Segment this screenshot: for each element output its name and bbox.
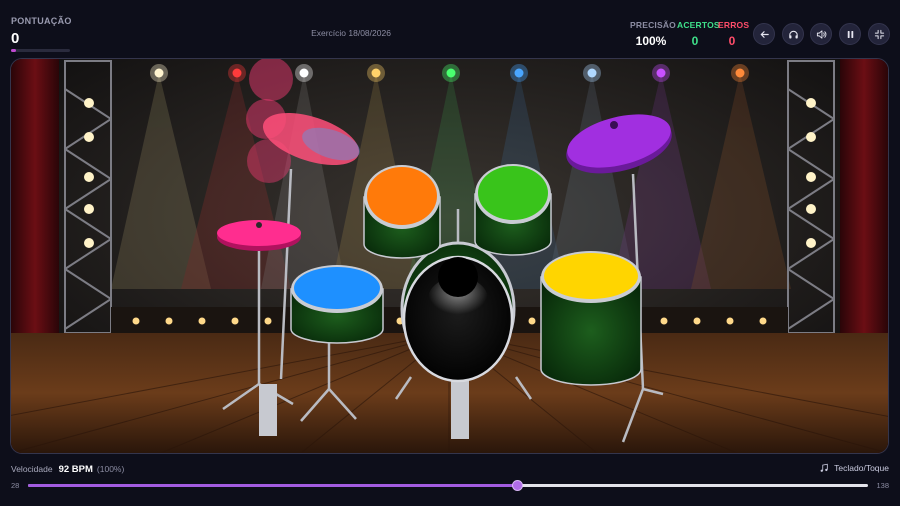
stage-light: [735, 68, 745, 78]
pause-button[interactable]: [839, 23, 861, 45]
input-mode-toggle[interactable]: Teclado/Toque: [819, 463, 889, 473]
drum-stage: [10, 58, 889, 454]
score-progress-fill: [11, 49, 16, 52]
hits-value: 0: [691, 34, 699, 48]
pause-icon: [847, 30, 853, 38]
score-progress-bar: [11, 49, 70, 52]
speed-label: Velocidade 92 BPM (100%): [11, 464, 124, 475]
hihat-pedal[interactable]: [259, 384, 277, 436]
errors-label: ERROS: [718, 20, 750, 30]
hi-hat[interactable]: [217, 220, 301, 251]
bass-drum[interactable]: [400, 241, 516, 383]
stage-light: [656, 68, 666, 78]
speed-slider-fill: [28, 484, 517, 487]
stage-light: [154, 68, 164, 78]
floor-tom[interactable]: [540, 251, 642, 386]
stage-light: [371, 68, 381, 78]
music-note-icon: [820, 463, 828, 472]
stage-light: [446, 68, 456, 78]
hits-stat: ACERTOS 0: [677, 20, 720, 48]
stage-scene: [11, 59, 888, 453]
stage-light: [587, 68, 597, 78]
volume-button[interactable]: [810, 23, 832, 45]
headphones-icon: [788, 30, 798, 39]
tom-2[interactable]: [474, 164, 552, 256]
errors-stat: ERROS 0: [718, 20, 750, 48]
arrow-left-icon: [760, 30, 769, 38]
snare-drum[interactable]: [290, 265, 384, 344]
top-bar: PONTUAÇÃO 0 Exercício 18/08/2026 PRECISÃ…: [0, 0, 900, 58]
stage-light: [299, 68, 309, 78]
precision-value: 100%: [635, 34, 667, 48]
precision-label: PRECISÃO: [630, 20, 676, 30]
speed-slider-thumb[interactable]: [511, 480, 523, 491]
hits-label: ACERTOS: [677, 20, 720, 30]
footlight: [660, 317, 668, 325]
errors-value: 0: [728, 34, 736, 48]
footlight: [726, 317, 734, 325]
exercise-title: Exercício 18/08/2026: [311, 28, 391, 38]
footlight: [528, 317, 536, 325]
score-label: PONTUAÇÃO: [11, 16, 72, 26]
speaker-icon: [816, 29, 826, 39]
speed-max-label: 138: [876, 481, 889, 490]
footlight: [759, 317, 767, 325]
footlight: [231, 317, 239, 325]
headphones-button[interactable]: [782, 23, 804, 45]
footlight: [264, 317, 272, 325]
exit-fullscreen-button[interactable]: [868, 23, 890, 45]
speed-percent: (100%): [96, 464, 125, 474]
speed-slider[interactable]: [28, 480, 868, 491]
tom-1[interactable]: [363, 165, 441, 259]
footlight: [165, 317, 173, 325]
speed-bpm: 92 BPM: [58, 464, 93, 475]
footlight: [198, 317, 206, 325]
precision-stat: PRECISÃO 100%: [630, 20, 676, 48]
stage-lights: [150, 64, 749, 82]
speed-label-text: Velocidade: [11, 464, 53, 474]
stage-light: [514, 68, 524, 78]
stage-light: [232, 68, 242, 78]
footlight: [693, 317, 701, 325]
back-button[interactable]: [753, 23, 775, 45]
input-mode-label: Teclado/Toque: [834, 463, 889, 473]
footlight: [132, 317, 140, 325]
exit-fullscreen-icon: [874, 29, 884, 39]
speed-min-label: 28: [11, 481, 20, 490]
